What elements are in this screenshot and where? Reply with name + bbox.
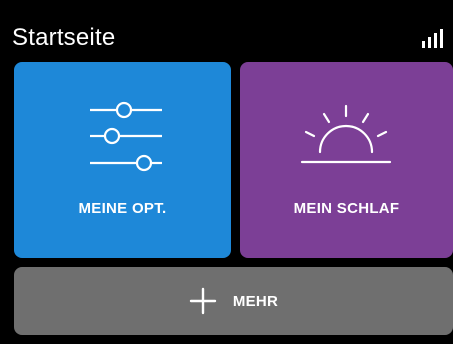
page-title: Startseite — [12, 24, 116, 51]
my-options-tile[interactable]: MEINE OPT. — [14, 62, 231, 258]
sliders-icon — [90, 101, 162, 172]
my-sleep-label: MEIN SCHLAF — [293, 200, 400, 217]
signal-strength-icon — [422, 29, 443, 48]
sunrise-icon — [300, 104, 392, 164]
my-options-label: MEINE OPT. — [78, 200, 167, 217]
plus-icon — [189, 287, 217, 315]
header-bar: Startseite — [0, 0, 453, 60]
more-tile[interactable]: MEHR — [14, 267, 453, 335]
more-content: MEHR — [14, 267, 453, 335]
more-label: MEHR — [232, 292, 279, 310]
my-sleep-tile[interactable]: MEIN SCHLAF — [240, 62, 453, 258]
